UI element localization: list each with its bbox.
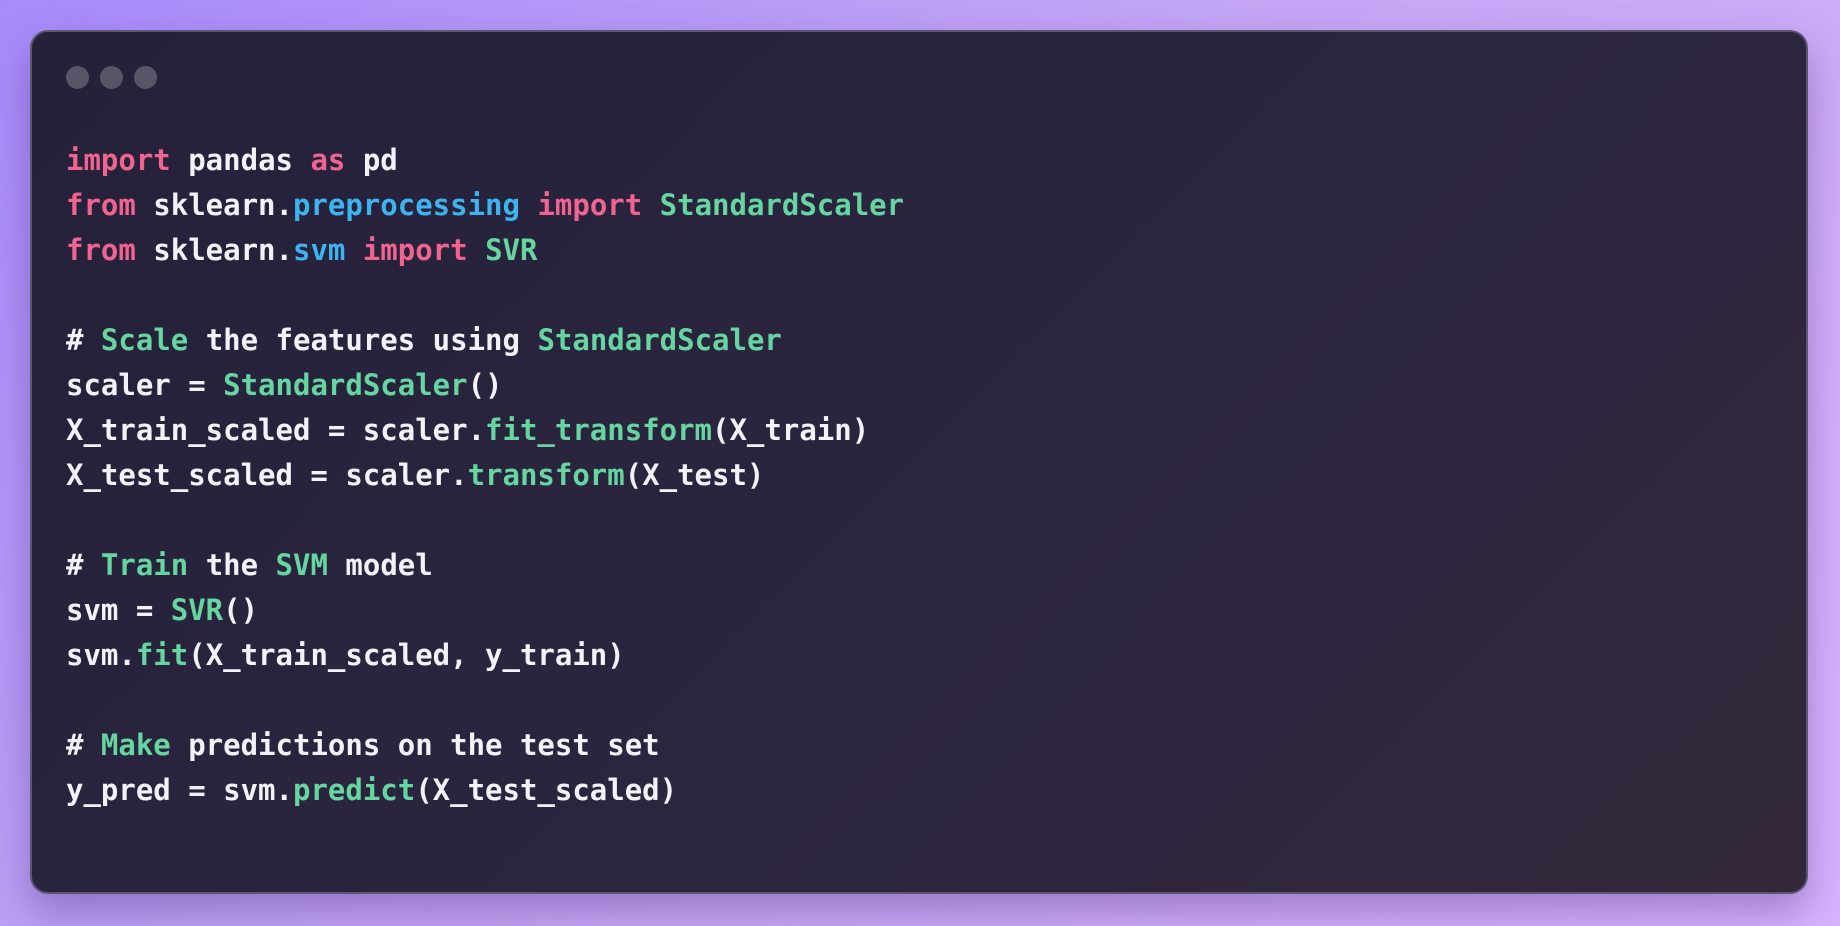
code-token-comment: #	[66, 548, 101, 582]
code-token-text: X_test_scaled = scaler.	[66, 458, 468, 492]
code-line: y_pred = svm.predict(X_test_scaled)	[66, 768, 904, 813]
code-line: svm.fit(X_train_scaled, y_train)	[66, 633, 904, 678]
code-token-text: ()	[467, 368, 503, 402]
code-token-highlight: StandardScaler	[537, 323, 782, 357]
code-token-text: pandas	[170, 143, 311, 177]
code-block: import pandas as pd from sklearn.preproce…	[66, 138, 904, 813]
code-token-comment: model	[327, 548, 433, 582]
code-token-text: sklearn.	[135, 233, 293, 267]
code-token-highlight: Scale	[100, 323, 189, 357]
code-token-comment: the	[188, 548, 276, 582]
code-token-func: fit	[135, 638, 189, 672]
code-line: # Make predictions on the test set	[66, 723, 904, 768]
code-token-module: svm	[292, 233, 346, 267]
code-token-comment: the features using	[188, 323, 538, 357]
window-controls	[66, 66, 157, 89]
code-line: X_test_scaled = scaler.transform(X_test)	[66, 453, 904, 498]
code-token-text: ()	[223, 593, 259, 627]
code-token-text: scaler =	[66, 368, 224, 402]
code-token-text: svm.	[66, 638, 136, 672]
code-token-keyword: import	[66, 143, 171, 177]
close-dot-icon	[66, 66, 89, 89]
code-token-class: SVR	[170, 593, 224, 627]
code-token-class: SVR	[485, 233, 538, 267]
code-token-text: svm =	[66, 593, 171, 627]
code-line: svm = SVR()	[66, 588, 904, 633]
code-token-func: transform	[467, 458, 625, 492]
code-token-keyword: import	[537, 188, 643, 222]
code-line: X_train_scaled = scaler.fit_transform(X_…	[66, 408, 904, 453]
code-token-comment: #	[66, 728, 101, 762]
code-token-comment: predictions on the test set	[170, 728, 660, 762]
code-token-keyword: from	[66, 188, 136, 222]
code-line: # Train the SVM model	[66, 543, 904, 588]
code-token-text: y_pred = svm.	[66, 773, 293, 807]
code-token-text: X_train_scaled = scaler.	[66, 413, 486, 447]
code-token-highlight: SVM	[275, 548, 328, 582]
code-token-class: StandardScaler	[659, 188, 905, 222]
code-line: scaler = StandardScaler()	[66, 363, 904, 408]
code-token-text: (X_test)	[624, 458, 765, 492]
code-line: from sklearn.svm import SVR	[66, 228, 904, 273]
minimize-dot-icon	[100, 66, 123, 89]
code-token-text: (X_train)	[712, 413, 870, 447]
code-window: import pandas as pd from sklearn.preproce…	[30, 30, 1808, 894]
code-token-class: StandardScaler	[223, 368, 468, 402]
maximize-dot-icon	[134, 66, 157, 89]
code-token-func: fit_transform	[485, 413, 713, 447]
code-token-text: pd	[345, 143, 398, 177]
code-token-highlight: Make	[100, 728, 171, 762]
code-token-keyword: from	[66, 233, 136, 267]
code-line: import pandas as pd	[66, 138, 904, 183]
code-token-keyword: import	[362, 233, 468, 267]
code-token-highlight: Train	[100, 548, 189, 582]
code-token-comment: #	[66, 323, 101, 357]
code-token-text: sklearn.	[135, 188, 293, 222]
code-line: # Scale the features using StandardScale…	[66, 318, 904, 363]
code-token-keyword: as	[310, 143, 346, 177]
code-token-func: predict	[292, 773, 416, 807]
code-line: from sklearn.preprocessing import Standa…	[66, 183, 904, 228]
code-token-text: (X_test_scaled)	[415, 773, 678, 807]
code-token-module: preprocessing	[292, 188, 520, 222]
code-token-text: (X_train_scaled, y_train)	[188, 638, 625, 672]
